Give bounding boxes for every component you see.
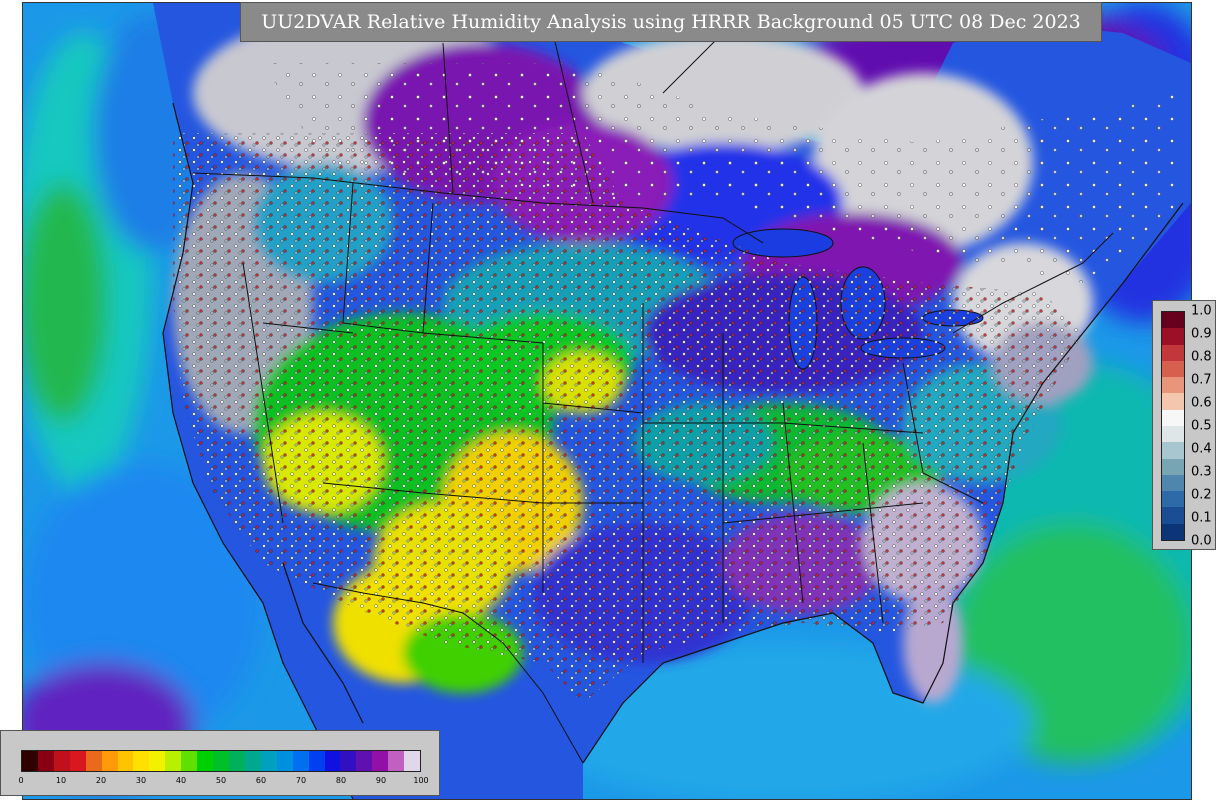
relative-humidity-colorbar-tick: 30 <box>135 776 147 785</box>
relative-humidity-colorbar-segment <box>388 751 405 771</box>
relative-humidity-colorbar-tick: 10 <box>55 776 67 785</box>
observation-colorbar-tick: 0.6 <box>1191 395 1212 411</box>
relative-humidity-colorbar-segment <box>324 751 341 771</box>
observation-colorbar-segment <box>1162 344 1184 361</box>
relative-humidity-colorbar-segment <box>244 751 261 771</box>
relative-humidity-colorbar-segment <box>213 751 229 771</box>
relative-humidity-colorbar-tick: 80 <box>335 776 347 785</box>
observation-colorbar-segment <box>1162 442 1184 459</box>
observation-colorbar-segment <box>1162 393 1184 410</box>
relative-humidity-colorbar-segment <box>101 751 118 771</box>
relative-humidity-colorbar: 0 10 20 30 40 50 60 70 80 90 100 <box>0 730 440 796</box>
relative-humidity-colorbar-segment <box>308 751 325 771</box>
map-title: UU2DVAR Relative Humidity Analysis using… <box>240 2 1102 42</box>
observation-colorbar: 1.0 0.9 0.8 0.7 0.6 0.5 0.4 0.3 0.2 0.1 0.0 <box>1152 300 1216 550</box>
relative-humidity-colorbar-tick: 50 <box>215 776 227 785</box>
relative-humidity-colorbar-tick: 0 <box>18 776 24 785</box>
observation-colorbar-tick: 1.0 <box>1191 303 1212 319</box>
relative-humidity-colorbar-tick: 90 <box>375 776 387 785</box>
observation-colorbar-tick: 0.1 <box>1191 510 1212 526</box>
observation-colorbar-segment <box>1162 377 1184 394</box>
relative-humidity-colorbar-segment <box>85 751 102 771</box>
observation-colorbar-segment <box>1162 491 1184 508</box>
observation-colorbar-segment <box>1162 474 1184 492</box>
relative-humidity-colorbar-tick: 40 <box>175 776 187 785</box>
relative-humidity-colorbar-segment <box>53 751 70 771</box>
observation-colorbar-segment <box>1162 523 1184 540</box>
relative-humidity-colorbar-segment <box>165 751 182 771</box>
observation-colorbar-tick: 0.5 <box>1191 418 1212 434</box>
observation-colorbar-segment <box>1162 409 1184 426</box>
relative-humidity-colorbar-segment <box>276 751 293 771</box>
observation-colorbar-segment <box>1162 507 1184 524</box>
relative-humidity-colorbar-segment <box>260 751 277 771</box>
relative-humidity-colorbar-segment <box>228 751 245 771</box>
relative-humidity-colorbar-segment <box>133 751 150 771</box>
relative-humidity-colorbar-segment <box>292 751 309 771</box>
relative-humidity-colorbar-gradient <box>21 750 421 772</box>
observation-colorbar-segment <box>1162 458 1184 475</box>
observation-colorbar-gradient <box>1161 311 1185 541</box>
observation-colorbar-segment <box>1162 328 1184 345</box>
relative-humidity-colorbar-segment <box>340 751 357 771</box>
observation-colorbar-tick: 0.8 <box>1191 349 1212 365</box>
relative-humidity-colorbar-segment <box>197 751 214 771</box>
relative-humidity-colorbar-tick: 20 <box>95 776 107 785</box>
relative-humidity-colorbar-segment <box>149 751 166 771</box>
relative-humidity-colorbar-tick: 70 <box>295 776 307 785</box>
observation-colorbar-segment <box>1162 312 1184 329</box>
observation-colorbar-tick: 0.7 <box>1191 372 1212 388</box>
relative-humidity-colorbar-segment <box>181 751 198 771</box>
observation-colorbar-segment <box>1162 425 1184 443</box>
map-canvas <box>23 3 1191 799</box>
relative-humidity-colorbar-segment <box>69 751 86 771</box>
relative-humidity-colorbar-tick: 100 <box>413 776 429 785</box>
relative-humidity-colorbar-segment <box>372 751 389 771</box>
observation-colorbar-tick: 0.2 <box>1191 487 1212 503</box>
observation-colorbar-tick: 0.4 <box>1191 441 1212 457</box>
observation-colorbar-segment <box>1162 360 1184 378</box>
observation-colorbar-tick: 0.9 <box>1191 326 1212 342</box>
relative-humidity-colorbar-segment <box>404 751 421 771</box>
relative-humidity-colorbar-segment <box>37 751 54 771</box>
observation-colorbar-tick: 0.3 <box>1191 464 1212 480</box>
relative-humidity-colorbar-segment <box>117 751 134 771</box>
relative-humidity-colorbar-tick: 60 <box>255 776 267 785</box>
observation-colorbar-tick: 0.0 <box>1191 533 1212 549</box>
relative-humidity-colorbar-segment <box>22 751 38 771</box>
rh-analysis-map <box>22 2 1192 800</box>
relative-humidity-colorbar-segment <box>356 751 373 771</box>
